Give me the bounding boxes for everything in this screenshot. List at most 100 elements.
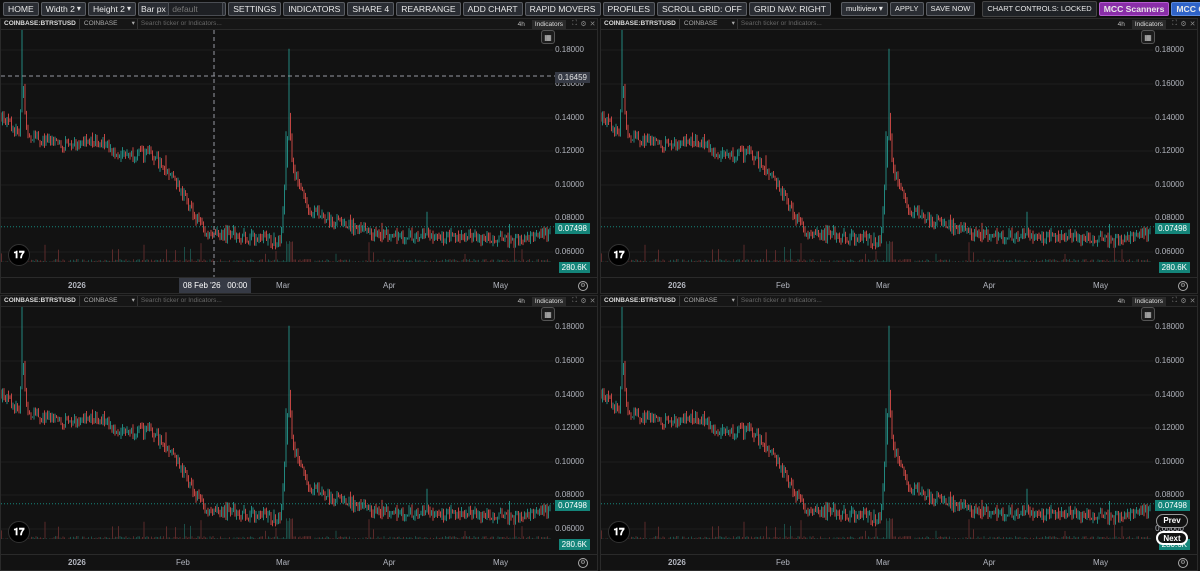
layout-grid-icon[interactable]: ▦ (1141, 307, 1155, 321)
indicators-button[interactable]: Indicators (1131, 19, 1167, 29)
close-icon[interactable]: ✕ (588, 20, 597, 28)
save-now-button[interactable]: SAVE NOW (925, 1, 976, 16)
rapid-movers-button[interactable]: RAPID MOVERS (524, 1, 601, 16)
chart-panel[interactable]: COINBASE:BTRSTUSD COINBASE Search ticker… (0, 18, 598, 294)
settings-icon[interactable]: ⚙ (579, 297, 588, 305)
volume-bar (754, 260, 755, 262)
fullscreen-icon[interactable]: ⛶ (1170, 20, 1179, 28)
timeframe-button[interactable]: 4h (1111, 298, 1132, 305)
price-chart-canvas[interactable] (601, 307, 1198, 556)
close-icon[interactable]: ✕ (1188, 297, 1197, 305)
add-chart-button[interactable]: ADD CHART (462, 1, 523, 16)
volume-bar (1045, 259, 1046, 262)
mcc-community-button[interactable]: MCC Community (1171, 1, 1200, 16)
layout-grid-icon[interactable]: ▦ (541, 30, 555, 44)
indicators-button[interactable]: Indicators (1131, 296, 1167, 306)
settings-icon[interactable]: ⚙ (1179, 297, 1188, 305)
timeframe-button[interactable]: 4h (1111, 21, 1132, 28)
chart-controls-toggle[interactable]: CHART CONTROLS: LOCKED (982, 0, 1097, 17)
tradingview-logo-icon[interactable]: 𝟏𝟕 (608, 521, 630, 543)
volume-bar (1061, 537, 1063, 539)
settings-icon[interactable]: ⚙ (579, 20, 588, 28)
symbol-label[interactable]: COINBASE:BTRSTUSD (601, 296, 680, 306)
search-input[interactable]: Search ticker or Indicators... (738, 296, 926, 306)
volume-bar (848, 537, 850, 539)
profiles-button[interactable]: PROFILES (602, 1, 656, 16)
price-chart-canvas[interactable] (601, 30, 1198, 279)
indicators-button[interactable]: INDICATORS (283, 1, 346, 16)
next-button[interactable]: Next (1156, 531, 1188, 545)
exchange-select[interactable]: COINBASE (680, 296, 738, 306)
time-axis-settings-icon[interactable]: ⚙ (578, 281, 588, 291)
share-button[interactable]: SHARE 4 (347, 1, 395, 16)
exchange-select[interactable]: COINBASE (680, 19, 738, 29)
tradingview-logo-icon[interactable]: 𝟏𝟕 (8, 244, 30, 266)
layout-grid-icon[interactable]: ▦ (541, 307, 555, 321)
indicators-button[interactable]: Indicators (531, 19, 567, 29)
fullscreen-icon[interactable]: ⛶ (570, 297, 579, 305)
time-axis-settings-icon[interactable]: ⚙ (578, 558, 588, 568)
volume-bar (35, 536, 37, 539)
width-select[interactable]: Width 2 (40, 1, 86, 16)
volume-bar (778, 538, 779, 539)
volume-bar (902, 259, 904, 262)
volume-bar (841, 261, 842, 262)
fullscreen-icon[interactable]: ⛶ (570, 20, 579, 28)
volume-bar (395, 537, 397, 539)
search-input[interactable]: Search ticker or Indicators... (138, 296, 326, 306)
symbol-label[interactable]: COINBASE:BTRSTUSD (1, 296, 80, 306)
volume-bar (137, 259, 139, 262)
volume-bar (448, 259, 449, 262)
volume-bar (1136, 259, 1138, 262)
settings-icon[interactable]: ⚙ (1179, 20, 1188, 28)
prev-button[interactable]: Prev (1156, 514, 1188, 528)
volume-bar (1009, 537, 1010, 539)
volume-bar (833, 260, 835, 262)
timeframe-button[interactable]: 4h (511, 21, 532, 28)
volume-bar (1112, 260, 1114, 262)
volume-bar (475, 260, 476, 262)
symbol-label[interactable]: COINBASE:BTRSTUSD (1, 19, 80, 29)
volume-bar (757, 260, 758, 262)
layout-grid-icon[interactable]: ▦ (1141, 30, 1155, 44)
symbol-label[interactable]: COINBASE:BTRSTUSD (601, 19, 680, 29)
grid-nav-toggle[interactable]: GRID NAV: RIGHT (748, 1, 832, 16)
search-input[interactable]: Search ticker or Indicators... (138, 19, 326, 29)
apply-button[interactable]: APPLY (889, 1, 924, 16)
price-chart-canvas[interactable] (1, 30, 598, 279)
exchange-select[interactable]: COINBASE (80, 296, 138, 306)
home-button[interactable]: HOME (3, 1, 39, 16)
volume-bar (242, 536, 244, 539)
fullscreen-icon[interactable]: ⛶ (1170, 297, 1179, 305)
height-select[interactable]: Height 2 (87, 1, 136, 16)
close-icon[interactable]: ✕ (1188, 20, 1197, 28)
search-input[interactable]: Search ticker or Indicators... (738, 19, 926, 29)
time-axis-settings-icon[interactable]: ⚙ (1178, 558, 1188, 568)
close-icon[interactable]: ✕ (588, 297, 597, 305)
time-axis-settings-icon[interactable]: ⚙ (1178, 281, 1188, 291)
volume-bar (449, 536, 451, 539)
volume-bar (179, 536, 181, 539)
volume-bar (787, 260, 788, 262)
scroll-grid-toggle[interactable]: SCROLL GRID: OFF (657, 1, 747, 16)
layout-select[interactable]: multiview (841, 1, 888, 16)
price-chart-canvas[interactable] (1, 307, 598, 556)
volume-bar (1051, 537, 1052, 539)
settings-button[interactable]: SETTINGS (228, 1, 282, 16)
mcc-scanners-button[interactable]: MCC Scanners (1098, 1, 1170, 16)
tradingview-logo-icon[interactable]: 𝟏𝟕 (608, 244, 630, 266)
exchange-select[interactable]: COINBASE (80, 19, 138, 29)
bar-px-input[interactable]: default (168, 1, 224, 16)
chart-panel[interactable]: COINBASE:BTRSTUSD COINBASE Search ticker… (0, 295, 598, 571)
rearrange-button[interactable]: REARRANGE (396, 1, 461, 16)
timeframe-button[interactable]: 4h (511, 298, 532, 305)
volume-bar (31, 259, 32, 262)
volume-bar (827, 261, 829, 262)
volume-bar (266, 261, 268, 262)
chart-panel[interactable]: COINBASE:BTRSTUSD COINBASE Search ticker… (600, 18, 1198, 294)
tradingview-logo-icon[interactable]: 𝟏𝟕 (8, 521, 30, 543)
chart-panel[interactable]: COINBASE:BTRSTUSD COINBASE Search ticker… (600, 295, 1198, 571)
volume-bar (409, 260, 410, 262)
volume-bar (1016, 260, 1018, 262)
indicators-button[interactable]: Indicators (531, 296, 567, 306)
